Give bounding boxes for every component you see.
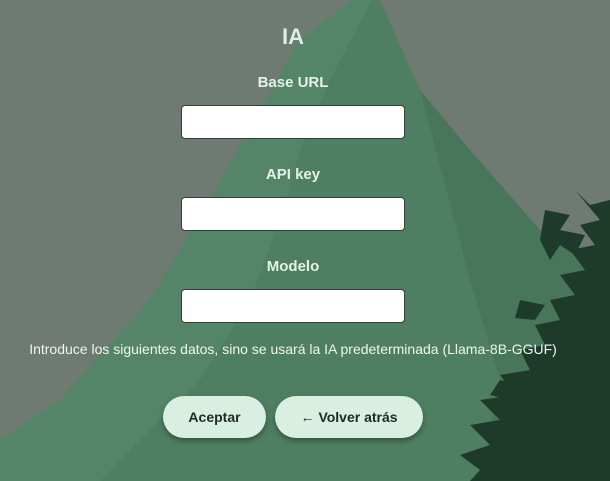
back-button-label: Volver atrás: [318, 409, 398, 425]
left-arrow-icon: ←: [300, 409, 315, 425]
ai-settings-form: IA Base URL API key Modelo Introduce los…: [0, 0, 610, 481]
app-window: IA Base URL API key Modelo Introduce los…: [0, 0, 610, 481]
base-url-input[interactable]: [181, 105, 405, 139]
api-key-label: API key: [265, 166, 321, 183]
base-url-label: Base URL: [257, 74, 329, 91]
model-input[interactable]: [181, 289, 405, 323]
page-title: IA: [282, 24, 304, 49]
api-key-input[interactable]: [181, 197, 405, 231]
back-button[interactable]: ← Volver atrás: [275, 396, 423, 438]
default-model-hint: Introduce los siguientes datos, sino se …: [29, 341, 557, 357]
accept-button[interactable]: Aceptar: [163, 396, 266, 438]
model-label: Modelo: [266, 258, 320, 275]
accept-button-label: Aceptar: [188, 409, 241, 425]
